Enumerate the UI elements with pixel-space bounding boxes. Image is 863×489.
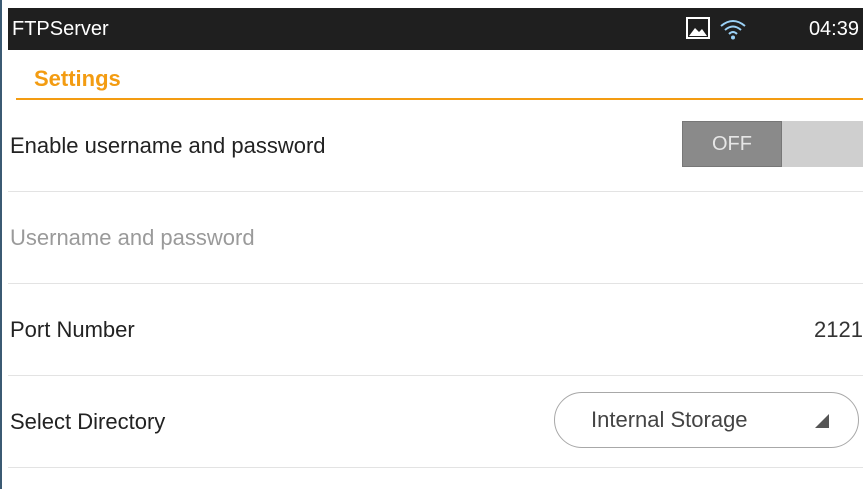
port-number-row[interactable]: Port Number 2121 bbox=[8, 284, 863, 376]
port-number-value: 2121 bbox=[814, 317, 863, 342]
status-clock: 04:39 bbox=[808, 18, 859, 40]
credentials-row: Username and password bbox=[8, 192, 863, 284]
enable-auth-toggle[interactable]: OFF bbox=[682, 121, 863, 167]
status-bar: FTPServer 04:39 bbox=[8, 8, 863, 50]
wifi-icon bbox=[720, 20, 746, 40]
app-title: FTPServer bbox=[12, 18, 109, 40]
select-directory-label: Select Directory bbox=[10, 409, 166, 434]
enable-auth-label: Enable username and password bbox=[10, 133, 326, 158]
credentials-label: Username and password bbox=[10, 225, 255, 250]
ftp-server-screen: FTPServer 04:39 Settings Enable username… bbox=[0, 0, 863, 489]
directory-selected-value: Internal Storage bbox=[591, 407, 748, 432]
directory-dropdown[interactable]: Internal Storage bbox=[554, 392, 859, 448]
select-directory-row: Select Directory Internal Storage bbox=[8, 376, 863, 468]
window-edge bbox=[0, 0, 2, 489]
dropdown-caret-icon bbox=[815, 414, 829, 428]
port-number-label: Port Number bbox=[10, 317, 135, 342]
enable-auth-row[interactable]: Enable username and password OFF bbox=[8, 100, 863, 192]
gallery-icon bbox=[686, 17, 710, 39]
settings-section-header: Settings bbox=[16, 52, 863, 100]
section-title: Settings bbox=[34, 66, 121, 91]
toggle-state-label: OFF bbox=[712, 133, 752, 155]
